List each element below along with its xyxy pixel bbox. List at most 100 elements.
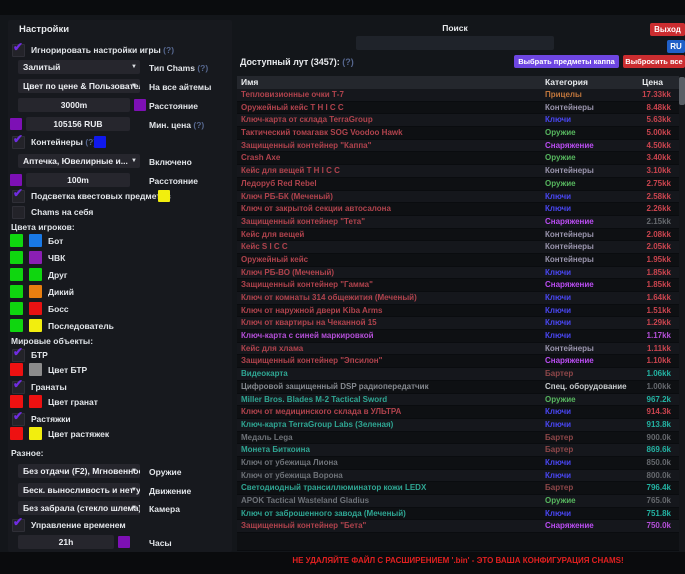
distance-color-swatch[interactable] [134, 99, 146, 111]
loot-row[interactable]: Ключ от закрытой секции автосалонаКлючи2… [237, 203, 679, 216]
loot-row[interactable]: APOK Tactical Wasteland GladiusОружие765… [237, 495, 679, 508]
item-price: 913.8k [647, 419, 671, 431]
color-swatch[interactable] [29, 302, 42, 315]
quest-highlight-color-swatch[interactable] [158, 190, 170, 202]
time-control-label: Управление временем [31, 520, 126, 530]
color-swatch[interactable] [10, 427, 23, 440]
exit-button[interactable]: Выход [650, 23, 685, 36]
color-swatch[interactable] [10, 234, 23, 247]
loot-row[interactable]: Медаль LegaБартер900.0k [237, 432, 679, 445]
loot-row[interactable]: ВидеокартаБартер1.06kk [237, 368, 679, 381]
loot-row[interactable]: Ключ РБ-БК (Меченый)Ключи2.58kk [237, 191, 679, 204]
color-swatch[interactable] [29, 427, 42, 440]
loot-row[interactable]: Оружейный кейсКонтейнеры1.95kk [237, 254, 679, 267]
loot-row[interactable]: Светодиодный трансиллюминатор кожи LEDXБ… [237, 482, 679, 495]
scrollbar[interactable] [679, 76, 685, 552]
item-price: 869.6k [647, 444, 671, 456]
loot-row[interactable]: Кейс для хламаКонтейнеры1.11kk [237, 343, 679, 356]
weapon-dropdown[interactable]: Без отдачи (F2), Мгновенное п▼ [18, 464, 140, 478]
select-kappa-items-button[interactable]: Выбрать предметы каппа [514, 55, 619, 68]
color-swatch[interactable] [10, 363, 23, 376]
color-swatch[interactable] [10, 285, 23, 298]
loot-row[interactable]: Цифровой защищенный DSP радиопередатчикС… [237, 381, 679, 394]
ignore-game-settings-checkbox[interactable]: ✔ [12, 44, 25, 57]
loot-row[interactable]: Защищенный контейнер "Бета"Снаряжение750… [237, 520, 679, 533]
item-name: Защищенный контейнер "Тета" [241, 216, 539, 228]
player-color-label: ЧВК [48, 253, 65, 263]
min-price-input[interactable]: 105156 RUB [26, 117, 130, 131]
loot-row[interactable]: Ключ-карта TerraGroup Labs (Зеленая)Ключ… [237, 419, 679, 432]
loot-row[interactable]: Защищенный контейнер "Эпсилон"Снаряжение… [237, 355, 679, 368]
containers-checkbox[interactable]: ✔ [12, 136, 25, 149]
loot-row[interactable]: Ключ от убежища ВоронаКлючи800.0k [237, 470, 679, 483]
language-button[interactable]: RU [667, 40, 685, 53]
time-control-checkbox[interactable]: ✔ [12, 519, 25, 532]
btr-row: ✔ БТР [8, 349, 232, 363]
loot-row[interactable]: Оружейный кейс T H I C CКонтейнеры8.48kk [237, 102, 679, 115]
loot-row[interactable]: Ключ от наружной двери Kiba ArmsКлючи1.5… [237, 305, 679, 318]
loot-categories-dropdown[interactable]: Аптечка, Ювелирные и...▼ [18, 154, 140, 168]
hours-input[interactable]: 21h [18, 535, 114, 549]
color-swatch[interactable] [10, 302, 23, 315]
item-distance-input[interactable]: 3000m [18, 98, 130, 112]
chams-self-checkbox[interactable] [12, 206, 25, 219]
color-swatch[interactable] [29, 285, 42, 298]
loot-distance-input[interactable]: 100m [26, 173, 130, 187]
color-swatch[interactable] [29, 395, 42, 408]
min-price-label: Мин. цена [149, 120, 191, 130]
tripwires-checkbox[interactable]: ✔ [12, 413, 25, 426]
quest-highlight-checkbox[interactable]: ✔ [12, 190, 25, 203]
column-category[interactable]: Категория [545, 76, 588, 89]
grenades-checkbox[interactable]: ✔ [12, 381, 25, 394]
loot-row[interactable]: Тепловизионные очки Т-7Прицелы17.33kk [237, 89, 679, 102]
color-swatch[interactable] [29, 234, 42, 247]
loot-row[interactable]: Кейс для вещейКонтейнеры2.08kk [237, 229, 679, 242]
color-swatch[interactable] [10, 395, 23, 408]
loot-row[interactable]: Ключ от медицинского склада в УЛЬТРАКлюч… [237, 406, 679, 419]
ignore-game-settings-label: Игнорировать настройки игры [31, 45, 161, 55]
item-name: Защищенный контейнер "Бета" [241, 520, 539, 532]
camera-dropdown[interactable]: Без забрала (стекло шлема)▼ [18, 501, 140, 515]
drop-all-button[interactable]: Выбросить все [623, 55, 685, 68]
loot-row[interactable]: Кейс для вещей T H I C CКонтейнеры3.10kk [237, 165, 679, 178]
loot-row[interactable]: Ключ от комнаты 314 общежития (Меченый)К… [237, 292, 679, 305]
color-swatch[interactable] [10, 268, 23, 281]
search-input[interactable] [356, 36, 554, 50]
loot-distance-color-swatch[interactable] [10, 174, 22, 186]
column-name[interactable]: Имя [241, 76, 258, 89]
loot-row[interactable]: Ключ от заброшенного завода (Меченый)Клю… [237, 508, 679, 521]
chams-type-dropdown[interactable]: Залитый▼ [18, 60, 140, 74]
color-swatch[interactable] [29, 363, 42, 376]
color-swatch[interactable] [10, 251, 23, 264]
item-color-mode-label: На все айтемы [149, 82, 211, 92]
column-price[interactable]: Цена [642, 76, 663, 89]
scrollbar-thumb[interactable] [679, 77, 685, 105]
color-swatch[interactable] [29, 251, 42, 264]
movement-dropdown[interactable]: Беск. выносливость и нет уста▼ [18, 483, 140, 497]
loot-row[interactable]: Ключ от убежища ЛионаКлючи850.0k [237, 457, 679, 470]
color-swatch[interactable] [29, 319, 42, 332]
movement-label: Движение [149, 486, 191, 496]
loot-row[interactable]: Ключ РБ-ВО (Меченый)Ключи1.85kk [237, 267, 679, 280]
loot-row[interactable]: Защищенный контейнер "Каппа"Снаряжение4.… [237, 140, 679, 153]
loot-row[interactable]: Тактический томагавк SOG Voodoo HawkОруж… [237, 127, 679, 140]
loot-row[interactable]: Ключ-карта от склада TerraGroupКлючи5.63… [237, 114, 679, 127]
loot-row[interactable]: Ледоруб Red RebelОружие2.75kk [237, 178, 679, 191]
item-color-mode-dropdown[interactable]: Цвет по цене & Пользователь▼ [18, 79, 140, 93]
color-swatch[interactable] [29, 268, 42, 281]
loot-row[interactable]: Кейс S I C CКонтейнеры2.05kk [237, 241, 679, 254]
loot-row[interactable]: Ключ от квартиры на Чеканной 15Ключи1.29… [237, 317, 679, 330]
min-price-color-swatch[interactable] [10, 118, 22, 130]
loot-row[interactable]: Crash AxeОружие3.40kk [237, 152, 679, 165]
loot-row[interactable]: Защищенный контейнер "Тета"Снаряжение2.1… [237, 216, 679, 229]
player-color-label: Последователь [48, 321, 114, 331]
loot-row[interactable]: Монета БиткоинаБартер869.6k [237, 444, 679, 457]
color-swatch[interactable] [10, 319, 23, 332]
btr-checkbox[interactable]: ✔ [12, 349, 25, 362]
item-name: Ключ от наружной двери Kiba Arms [241, 305, 539, 317]
hours-color-swatch[interactable] [118, 536, 130, 548]
loot-row[interactable]: Miller Bros. Blades M-2 Tactical SwordОр… [237, 394, 679, 407]
loot-row[interactable]: Защищенный контейнер "Гамма"Снаряжение1.… [237, 279, 679, 292]
loot-row[interactable]: Ключ-карта с синей маркировкойКлючи1.17k… [237, 330, 679, 343]
containers-color-swatch[interactable] [94, 136, 106, 148]
